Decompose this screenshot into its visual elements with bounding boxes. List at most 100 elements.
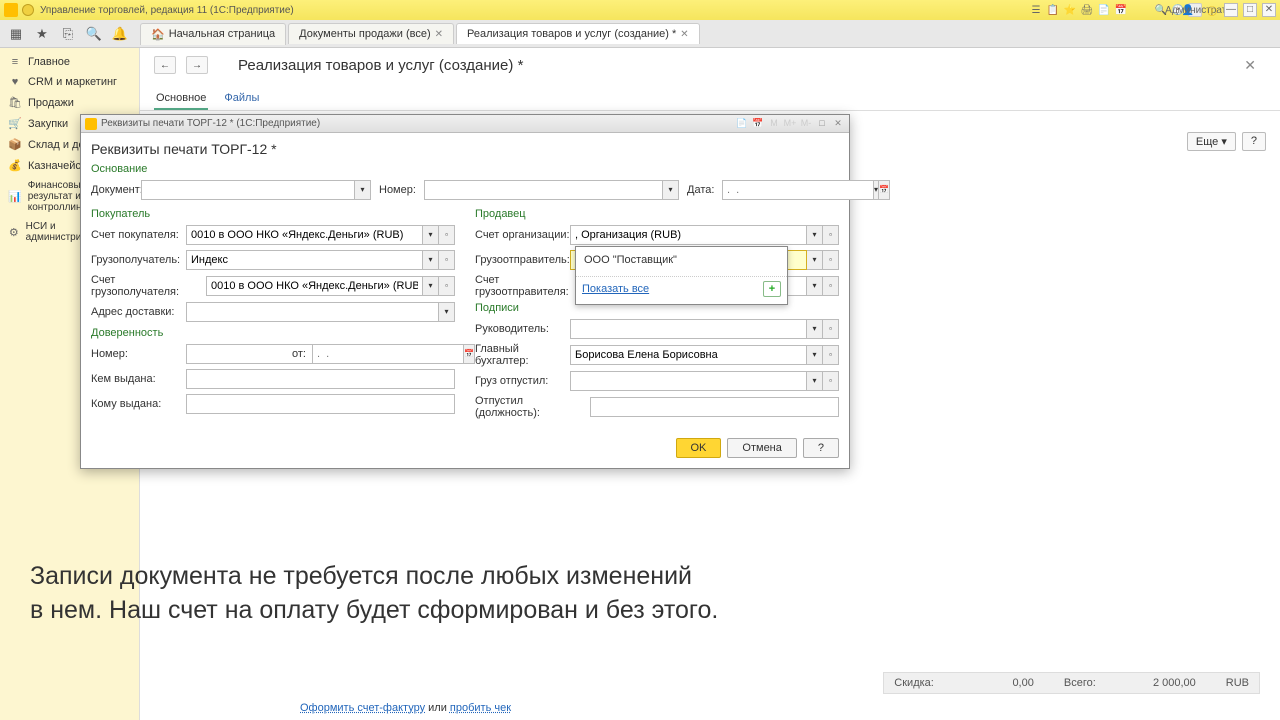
dlg-close-icon[interactable]: ✕ xyxy=(831,118,845,130)
org-account-input[interactable] xyxy=(570,225,807,245)
window-tabs: 🏠Начальная страница Документы продажи (в… xyxy=(140,23,702,45)
forward-button[interactable]: → xyxy=(186,56,208,74)
app-logo-icon xyxy=(4,3,18,17)
heart-icon: ♥ xyxy=(8,76,22,88)
open-icon[interactable]: ▫ xyxy=(823,371,839,391)
subtab-files[interactable]: Файлы xyxy=(222,88,261,110)
titlebar-right: ☰ 📋 ⭐ 🖨 📄 📅 🔍 🕐 👤 Администратор ⓘ — □ ✕ xyxy=(1029,3,1276,17)
open-icon[interactable]: ▫ xyxy=(823,250,839,270)
dropdown-icon[interactable]: ▾ xyxy=(423,225,439,245)
overlay-caption: Записи документа не требуется после любы… xyxy=(30,560,1240,628)
close-icon[interactable]: ✕ xyxy=(435,29,443,40)
delivery-input[interactable] xyxy=(186,302,439,322)
document-input[interactable] xyxy=(141,180,355,200)
tab-documents[interactable]: Документы продажи (все)✕ xyxy=(288,23,454,44)
box-icon: 📦 xyxy=(8,138,22,151)
issued-by-input[interactable] xyxy=(186,369,455,389)
open-icon[interactable]: ▫ xyxy=(439,250,455,270)
released-input[interactable] xyxy=(570,371,807,391)
dropdown-icon[interactable]: ▾ xyxy=(807,345,823,365)
tb-icon[interactable]: 📋 xyxy=(1046,3,1060,17)
proxy-date-input[interactable] xyxy=(312,344,464,364)
show-all-link[interactable]: Показать все xyxy=(582,283,649,295)
back-button[interactable]: ← xyxy=(154,56,176,74)
sidebar-item-sales[interactable]: 🛍Продажи xyxy=(0,92,139,113)
dropdown-icon[interactable]: ▾ xyxy=(807,225,823,245)
lbl-consignee-account: Счет грузополучателя: xyxy=(91,274,206,298)
dropdown-icon[interactable]: ▾ xyxy=(439,302,455,322)
dropdown-icon[interactable]: ▾ xyxy=(807,319,823,339)
dlg-icon[interactable]: M xyxy=(767,118,781,130)
search-icon[interactable]: 🔍 xyxy=(84,24,104,44)
director-input[interactable] xyxy=(570,319,807,339)
dlg-minimize-icon[interactable]: □ xyxy=(815,118,829,130)
open-icon[interactable]: ▫ xyxy=(823,276,839,296)
maximize-button[interactable]: □ xyxy=(1243,3,1257,17)
add-button[interactable]: + xyxy=(763,281,781,297)
dropdown-icon[interactable]: ▾ xyxy=(423,250,439,270)
open-icon[interactable]: ▫ xyxy=(439,276,455,296)
dlg-icon[interactable]: M- xyxy=(799,118,813,130)
buyer-account-input[interactable] xyxy=(186,225,423,245)
minimize-button[interactable]: — xyxy=(1224,3,1238,17)
section-seller: Продавец xyxy=(475,208,839,220)
open-icon[interactable]: ▫ xyxy=(439,225,455,245)
dropdown-icon[interactable]: ▾ xyxy=(423,276,439,296)
open-icon[interactable]: ▫ xyxy=(823,319,839,339)
help-button[interactable]: ? xyxy=(1242,132,1266,151)
calendar-icon[interactable]: 📅 xyxy=(464,344,475,364)
star-icon[interactable]: ★ xyxy=(32,24,52,44)
info-icon[interactable]: ⓘ xyxy=(1205,3,1219,17)
dropdown-item[interactable]: ООО "Поставщик" xyxy=(576,250,787,270)
ok-button[interactable]: OK xyxy=(676,438,722,458)
lbl-proxy-number: Номер: xyxy=(91,348,186,360)
total-label: Всего: xyxy=(1064,677,1096,689)
open-icon[interactable]: ▫ xyxy=(823,345,839,365)
apps-icon[interactable]: ▦ xyxy=(6,24,26,44)
close-icon[interactable]: ✕ xyxy=(680,29,688,40)
calendar-icon[interactable]: 📅 xyxy=(879,180,890,200)
tb-icon[interactable]: 🖨 xyxy=(1080,3,1094,17)
subtab-main[interactable]: Основное xyxy=(154,88,208,110)
dropdown-icon[interactable]: ▾ xyxy=(663,180,679,200)
dropdown-icon[interactable]: ▾ xyxy=(807,371,823,391)
issued-to-input[interactable] xyxy=(186,394,455,414)
number-input[interactable] xyxy=(424,180,663,200)
tb-icon[interactable]: ☰ xyxy=(1029,3,1043,17)
sidebar-item-crm[interactable]: ♥CRM и маркетинг xyxy=(0,72,139,92)
tb-icon[interactable]: 📄 xyxy=(1097,3,1111,17)
dropdown-icon[interactable]: ▾ xyxy=(355,180,371,200)
dropdown-icon[interactable]: ▾ xyxy=(807,276,823,296)
tab-home[interactable]: 🏠Начальная страница xyxy=(140,23,286,45)
section-buyer: Покупатель xyxy=(91,208,455,220)
close-button[interactable]: ✕ xyxy=(1262,3,1276,17)
dialog-help-button[interactable]: ? xyxy=(803,438,839,458)
user-button[interactable]: 👤 Администратор xyxy=(1188,3,1202,17)
tb-icon[interactable]: ⭐ xyxy=(1063,3,1077,17)
released-pos-input[interactable] xyxy=(590,397,839,417)
pin-icon[interactable]: ⎘ xyxy=(58,24,78,44)
open-icon[interactable]: ▫ xyxy=(823,225,839,245)
page-close-icon[interactable]: ✕ xyxy=(1244,57,1266,74)
sidebar-label: Продажи xyxy=(28,97,74,109)
dropdown-icon[interactable]: ▾ xyxy=(807,250,823,270)
bell-icon[interactable]: 🔔 xyxy=(110,24,130,44)
tab-realization[interactable]: Реализация товаров и услуг (создание) *✕ xyxy=(456,23,700,44)
more-button[interactable]: Еще ▾ xyxy=(1187,132,1236,151)
lbl-shipper: Грузоотправитель: xyxy=(475,254,570,266)
dlg-icon[interactable]: 📄 xyxy=(735,118,749,130)
invoice-link[interactable]: Оформить счет-фактуру xyxy=(300,702,425,714)
accountant-input[interactable] xyxy=(570,345,807,365)
consignee-account-input[interactable] xyxy=(206,276,423,296)
lbl-issued-to: Кому выдана: xyxy=(91,398,186,410)
cancel-button[interactable]: Отмена xyxy=(727,438,796,458)
date-input[interactable] xyxy=(722,180,874,200)
dlg-icon[interactable]: 📅 xyxy=(751,118,765,130)
consignee-input[interactable] xyxy=(186,250,423,270)
cheque-link[interactable]: пробить чек xyxy=(450,702,511,714)
home-icon: 🏠 xyxy=(151,28,165,41)
dlg-icon[interactable]: M+ xyxy=(783,118,797,130)
sidebar-item-main[interactable]: ≡Главное xyxy=(0,52,139,72)
lbl-from: от: xyxy=(292,348,306,360)
tb-icon[interactable]: 📅 xyxy=(1114,3,1128,17)
